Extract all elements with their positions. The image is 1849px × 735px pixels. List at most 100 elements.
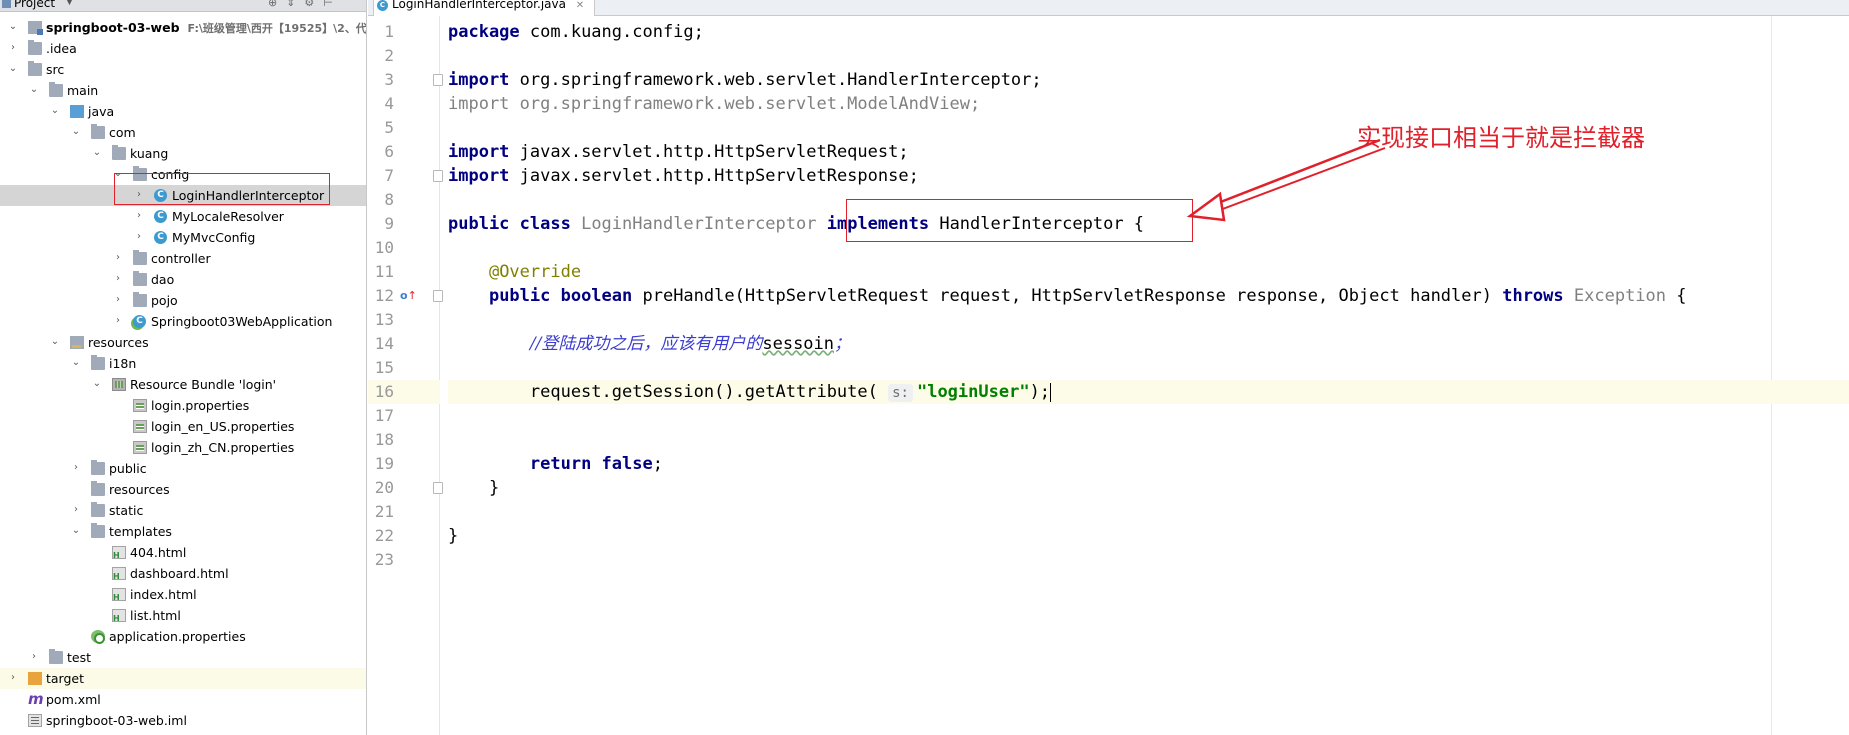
- project-panel-header[interactable]: Project ▼ ⊕⇕⚙⊢: [0, 0, 366, 12]
- line-number[interactable]: 16: [368, 380, 394, 404]
- expand-arrow-icon[interactable]: ⌄: [92, 377, 102, 391]
- code-line[interactable]: }: [448, 476, 1849, 500]
- tree-item-404-html[interactable]: 404.html: [0, 542, 366, 563]
- tree-item-java[interactable]: ⌄ java: [0, 101, 366, 122]
- line-number[interactable]: 2: [368, 44, 394, 68]
- tree-item-controller[interactable]: › controller: [0, 248, 366, 269]
- expand-arrow-icon[interactable]: ⌄: [50, 335, 60, 349]
- collapse-arrow-icon[interactable]: ›: [134, 230, 144, 244]
- expand-arrow-icon[interactable]: ⌄: [8, 62, 18, 76]
- fold-marker-icon[interactable]: [433, 170, 443, 182]
- code-line[interactable]: import javax.servlet.http.HttpServletRes…: [448, 164, 1849, 188]
- tree-item-idea[interactable]: › .idea: [0, 38, 366, 59]
- line-number[interactable]: 7: [368, 164, 394, 188]
- line-number[interactable]: 22: [368, 524, 394, 548]
- collapse-arrow-icon[interactable]: ›: [29, 650, 39, 664]
- code-line[interactable]: @Override: [448, 260, 1849, 284]
- tree-item-kuang[interactable]: ⌄ kuang: [0, 143, 366, 164]
- expand-arrow-icon[interactable]: ⌄: [71, 125, 81, 139]
- code-line[interactable]: [448, 428, 1849, 452]
- tree-item-resources[interactable]: ⌄ resources: [0, 332, 366, 353]
- tree-item-index-html[interactable]: index.html: [0, 584, 366, 605]
- code-line[interactable]: }: [448, 524, 1849, 548]
- close-icon[interactable]: ✕: [576, 0, 584, 11]
- line-number[interactable]: 23: [368, 548, 394, 572]
- collapse-arrow-icon[interactable]: ›: [71, 503, 81, 517]
- fold-marker-icon[interactable]: [433, 290, 443, 302]
- tree-item-login-zh-cn-properties[interactable]: login_zh_CN.properties: [0, 437, 366, 458]
- tree-item-com[interactable]: ⌄ com: [0, 122, 366, 143]
- code-line[interactable]: import org.springframework.web.servlet.H…: [448, 68, 1849, 92]
- tree-item-springboot03webapplication[interactable]: › C Springboot03WebApplication: [0, 311, 366, 332]
- collapse-arrow-icon[interactable]: ›: [8, 671, 18, 685]
- collapse-arrow-icon[interactable]: ›: [113, 251, 123, 265]
- expand-arrow-icon[interactable]: ⌄: [8, 20, 18, 34]
- line-number[interactable]: 13: [368, 308, 394, 332]
- line-number[interactable]: 21: [368, 500, 394, 524]
- expand-arrow-icon[interactable]: ⌄: [92, 146, 102, 160]
- line-number[interactable]: 20: [368, 476, 394, 500]
- collapse-arrow-icon[interactable]: ›: [134, 209, 144, 223]
- line-number[interactable]: 19: [368, 452, 394, 476]
- tree-item-springboot-03-web-iml[interactable]: springboot-03-web.iml: [0, 710, 366, 731]
- collapse-arrow-icon[interactable]: ›: [71, 461, 81, 475]
- code-line[interactable]: public boolean preHandle(HttpServletRequ…: [448, 284, 1849, 308]
- code-line[interactable]: [448, 500, 1849, 524]
- dropdown-arrow-icon[interactable]: ▼: [66, 0, 73, 7]
- code-line[interactable]: [448, 404, 1849, 428]
- expand-arrow-icon[interactable]: ⌄: [71, 524, 81, 538]
- collapse-arrow-icon[interactable]: ›: [8, 41, 18, 55]
- line-number[interactable]: 12: [368, 284, 394, 308]
- panel-toolbar-icons[interactable]: ⊕⇕⚙⊢: [268, 0, 342, 9]
- code-line[interactable]: package com.kuang.config;: [448, 20, 1849, 44]
- code-line[interactable]: //登陆成功之后，应该有用户的sessoin；: [448, 332, 1849, 356]
- tree-item-mymvcconfig[interactable]: › C MyMvcConfig: [0, 227, 366, 248]
- tree-item-application-properties[interactable]: application.properties: [0, 626, 366, 647]
- tree-item-resource-bundle-login[interactable]: ⌄ Resource Bundle 'login': [0, 374, 366, 395]
- expand-arrow-icon[interactable]: ⌄: [29, 83, 39, 97]
- line-number[interactable]: 3: [368, 68, 394, 92]
- tree-item-springboot-03-web[interactable]: ⌄ springboot-03-webF:\班级管理\西开【19525】\2、代码…: [0, 17, 366, 38]
- collapse-arrow-icon[interactable]: ›: [113, 272, 123, 286]
- code-line[interactable]: [448, 44, 1849, 68]
- expand-arrow-icon[interactable]: ⌄: [50, 104, 60, 118]
- line-number[interactable]: 17: [368, 404, 394, 428]
- tree-item-main[interactable]: ⌄ main: [0, 80, 366, 101]
- tree-item-pom-xml[interactable]: m pom.xml: [0, 689, 366, 710]
- tree-item-i18n[interactable]: ⌄ i18n: [0, 353, 366, 374]
- tree-item-static[interactable]: › static: [0, 500, 366, 521]
- line-number[interactable]: 5: [368, 116, 394, 140]
- line-number[interactable]: 8: [368, 188, 394, 212]
- line-number[interactable]: 18: [368, 428, 394, 452]
- fold-marker-icon[interactable]: [433, 74, 443, 86]
- tree-item-login-en-us-properties[interactable]: login_en_US.properties: [0, 416, 366, 437]
- tree-item-target[interactable]: › target: [0, 668, 366, 689]
- line-number[interactable]: 11: [368, 260, 394, 284]
- code-line[interactable]: return false;: [448, 452, 1849, 476]
- tab-loginhandlerinterceptor[interactable]: C LoginHandlerInterceptor.java ✕: [373, 0, 596, 16]
- fold-marker-icon[interactable]: [433, 482, 443, 494]
- tree-item-pojo[interactable]: › pojo: [0, 290, 366, 311]
- tree-item-resources[interactable]: resources: [0, 479, 366, 500]
- line-number[interactable]: 1: [368, 20, 394, 44]
- line-number[interactable]: 4: [368, 92, 394, 116]
- tree-item-public[interactable]: › public: [0, 458, 366, 479]
- code-line[interactable]: [448, 308, 1849, 332]
- code-line[interactable]: import org.springframework.web.servlet.M…: [448, 92, 1849, 116]
- collapse-arrow-icon[interactable]: ›: [113, 293, 123, 307]
- tree-item-dashboard-html[interactable]: dashboard.html: [0, 563, 366, 584]
- line-number[interactable]: 9: [368, 212, 394, 236]
- line-number[interactable]: 10: [368, 236, 394, 260]
- line-number[interactable]: 15: [368, 356, 394, 380]
- tree-item-test[interactable]: › test: [0, 647, 366, 668]
- tree-item-list-html[interactable]: list.html: [0, 605, 366, 626]
- tree-item-src[interactable]: ⌄ src: [0, 59, 366, 80]
- tree-item-login-properties[interactable]: login.properties: [0, 395, 366, 416]
- tree-item-dao[interactable]: › dao: [0, 269, 366, 290]
- code-line[interactable]: request.getSession().getAttribute( s: "lo…: [448, 380, 1849, 404]
- line-number-gutter[interactable]: 1 2 3 4 5 6 7 8 9 10 11 12 13 14 15 16 17 18 19 20 21 22 23 o↑: [368, 16, 465, 735]
- project-panel-title[interactable]: Project: [14, 0, 55, 10]
- code-line[interactable]: [448, 548, 1849, 572]
- tree-item-mylocaleresolver[interactable]: › C MyLocaleResolver: [0, 206, 366, 227]
- override-up-icon[interactable]: o↑: [400, 290, 417, 302]
